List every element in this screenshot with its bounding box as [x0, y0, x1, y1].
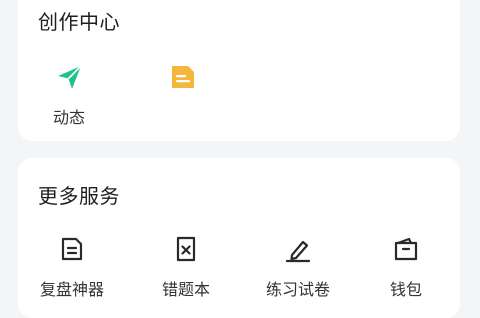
service-item-wallet[interactable]: 钱包 [358, 232, 454, 300]
creation-item-dynamic[interactable]: 动态 [52, 60, 86, 128]
service-item-review-label: 复盘神器 [39, 280, 104, 299]
document-icon [55, 232, 89, 266]
service-item-practice-paper[interactable]: 练习试卷 [250, 232, 346, 300]
send-icon [52, 60, 86, 94]
service-item-review[interactable]: 复盘神器 [24, 232, 120, 300]
creation-center-title: 创作中心 [38, 10, 120, 34]
service-item-error-book[interactable]: 错题本 [138, 232, 234, 300]
service-item-wallet-label: 钱包 [389, 280, 422, 299]
creation-center-card: 创作中心 动态 [18, 0, 460, 141]
error-book-icon [169, 232, 203, 266]
more-services-title: 更多服务 [38, 184, 120, 208]
service-item-practice-paper-label: 练习试卷 [265, 280, 330, 299]
wallet-icon [389, 232, 423, 266]
creation-item-dynamic-label: 动态 [52, 108, 85, 127]
article-icon [166, 60, 200, 94]
creation-item-article[interactable] [166, 60, 200, 104]
more-services-card: 更多服务 复盘神器 错题本 练习试卷 钱包 [18, 158, 460, 318]
service-item-error-book-label: 错题本 [161, 280, 210, 299]
pencil-icon [281, 232, 315, 266]
